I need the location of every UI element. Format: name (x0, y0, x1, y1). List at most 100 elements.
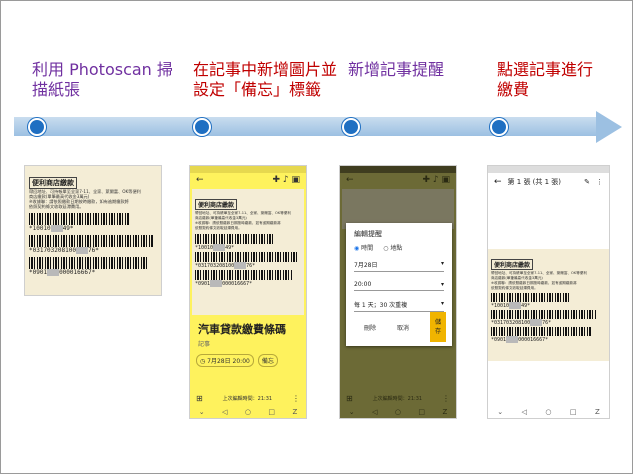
nav-recent-icon[interactable]: □ (268, 408, 275, 416)
nav-home-icon[interactable]: ○ (245, 408, 251, 416)
last-edited: 上次編輯時間：21:31 (372, 395, 423, 402)
back-arrow-icon[interactable]: ← (196, 175, 204, 185)
dropdown-icon: ▾ (440, 260, 444, 267)
step-label-4: 點選記事進行 繳費 (497, 60, 594, 99)
nav-extra-icon[interactable]: Z (442, 408, 447, 416)
delete-button[interactable]: 刪除 (364, 323, 376, 332)
radio-time[interactable]: ◉ 時間 (354, 243, 373, 252)
archive-icon: ▣ (441, 175, 450, 185)
barcode-number: 76* (542, 320, 552, 326)
nav-extra-icon[interactable]: Z (595, 408, 600, 416)
radio-place[interactable]: ○ 地點 (383, 243, 402, 252)
receipt-title: 便利商店繳款 (491, 259, 534, 270)
bell-icon[interactable]: ♪ (283, 175, 289, 185)
radio-place-label: 地點 (390, 245, 403, 252)
nav-down-icon[interactable]: ⌄ (497, 408, 503, 416)
nav-recent-icon[interactable]: □ (570, 408, 577, 416)
save-button[interactable]: 儲存 (430, 312, 446, 342)
phone-image-viewer: ← 第 1 張 (共 1 張) ✎ ⋮ 便利商店繳款 帶回地址、可持帳單至全家7… (487, 165, 610, 419)
nav-home-icon[interactable]: ○ (395, 408, 401, 416)
status-bar (190, 166, 306, 173)
barcode-number: *10010 (195, 245, 214, 251)
barcode-number: *0901 (195, 281, 211, 287)
edit-reminder-dialog: 編輯提醒 ◉ 時間 ○ 地點 7月28日 ▾ 20:00 ▾ 每 1 天；30 次重… (346, 223, 452, 346)
pin-icon[interactable]: ✚ (272, 175, 280, 185)
reminder-chip[interactable]: ◷ 7月28日 20:00 (196, 354, 254, 367)
nav-home-icon[interactable]: ○ (545, 408, 551, 416)
step-label-3: 新增記事提醒 (348, 60, 445, 79)
repeat-select[interactable]: 每 1 天；30 次重複 ▾ (354, 300, 444, 312)
redaction (234, 262, 247, 269)
radio-selected-icon: ◉ (354, 245, 360, 252)
barcode (29, 257, 147, 269)
dialog-title: 編輯提醒 (354, 230, 382, 238)
receipt-title: 便利商店繳款 (29, 177, 77, 189)
pin-icon: ✚ (422, 175, 430, 185)
note-toolbar: ← ✚ ♪ ▣ (190, 173, 306, 187)
more-vert-icon: ⋮ (442, 393, 450, 403)
clock-icon: ◷ (200, 358, 206, 365)
note-body[interactable]: 記事 (190, 339, 306, 348)
phone-keep-note: ← ✚ ♪ ▣ 便利商店繳款 帶回地址、可持帳單至全家7-11、全家、萊爾富、O… (189, 165, 307, 419)
nav-back-icon[interactable]: ◁ (522, 408, 527, 416)
archive-icon[interactable]: ▣ (291, 175, 300, 185)
barcode-number: *031703208100 (29, 247, 76, 254)
redaction (509, 302, 522, 309)
nav-extra-icon[interactable]: Z (292, 408, 297, 416)
nav-down-icon[interactable]: ⌄ (349, 408, 355, 416)
redaction (530, 319, 543, 326)
redaction (75, 247, 88, 254)
status-bar (340, 166, 456, 173)
radio-time-label: 時間 (361, 245, 374, 252)
nav-down-icon[interactable]: ⌄ (199, 408, 205, 416)
system-nav-bar: ⌄ ◁ ○ □ Z (190, 406, 306, 418)
barcode-number: *10010 (29, 225, 51, 232)
note-bottom-bar: ⊞ 上次編輯時間：21:31 ⋮ (190, 392, 306, 404)
reminder-text: 7月28日 20:00 (207, 358, 250, 365)
barcode-number: *031703208100 (195, 263, 235, 269)
time-value: 20:00 (354, 281, 372, 288)
dropdown-icon: ▾ (440, 281, 444, 288)
barcode-number: 49* (62, 225, 74, 232)
nav-back-icon[interactable]: ◁ (222, 408, 227, 416)
receipt-line: 依照契約條文收取延滯費用。 (195, 226, 242, 230)
edit-pencil-icon[interactable]: ✎ (584, 178, 590, 186)
barcode (195, 270, 293, 280)
note-title[interactable]: 汽車貸款繳費條碼 (190, 317, 306, 339)
step-label-2: 在記事中新增圖片並 設定「備忘」標籤 (193, 60, 338, 99)
receipt-line: 依照契約條文收取延滯費用。 (29, 204, 84, 209)
barcode-number: *031703208100 (491, 320, 531, 326)
status-bar (488, 166, 609, 173)
barcode-number: 49* (521, 303, 531, 309)
redaction (47, 269, 60, 276)
date-value: 7月28日 (354, 262, 378, 269)
more-vert-icon[interactable]: ⋮ (596, 178, 603, 186)
barcode-number: 49* (225, 245, 235, 251)
barcode-number: 000016667* (222, 281, 253, 287)
system-nav-bar: ⌄ ◁ ○ □ Z (340, 406, 456, 418)
nav-back-icon[interactable]: ◁ (372, 408, 377, 416)
cancel-button[interactable]: 取消 (397, 323, 409, 332)
more-vert-icon[interactable]: ⋮ (292, 394, 300, 403)
barcode-number: 76* (246, 263, 256, 269)
phone-reminder-dialog: ← ✚ ♪ ▣ 編輯提醒 ◉ 時間 ○ 地點 7月28日 ▾ 20:00 ▾ 每 1… (339, 165, 457, 419)
time-select[interactable]: 20:00 ▾ (354, 281, 444, 291)
radio-unselected-icon: ○ (383, 245, 389, 252)
barcode (195, 234, 275, 244)
back-arrow-icon[interactable]: ← (494, 177, 502, 187)
barcode (491, 310, 597, 319)
redaction (210, 280, 223, 287)
step-label-1: 利用 Photoscan 掃描紙張 (32, 60, 173, 99)
label-chip[interactable]: 備忘 (257, 354, 278, 367)
system-nav-bar: ⌄ ◁ ○ □ Z (488, 406, 609, 418)
date-select[interactable]: 7月28日 ▾ (354, 260, 444, 272)
add-box-icon[interactable]: ⊞ (196, 394, 203, 403)
barcode (491, 293, 571, 302)
viewer-toolbar: ← 第 1 張 (共 1 張) ✎ ⋮ (488, 173, 609, 191)
barcode-number: *10010 (491, 303, 510, 309)
viewer-title: 第 1 張 (共 1 張) (507, 178, 562, 186)
viewer-image: 便利商店繳款 帶回地址、可持帳單至全家7-11、全家、萊爾富、OK等便利 商店繳… (488, 249, 609, 361)
dropdown-icon: ▾ (440, 300, 444, 307)
barcode-number: *0901 (491, 337, 507, 343)
nav-recent-icon[interactable]: □ (418, 408, 425, 416)
